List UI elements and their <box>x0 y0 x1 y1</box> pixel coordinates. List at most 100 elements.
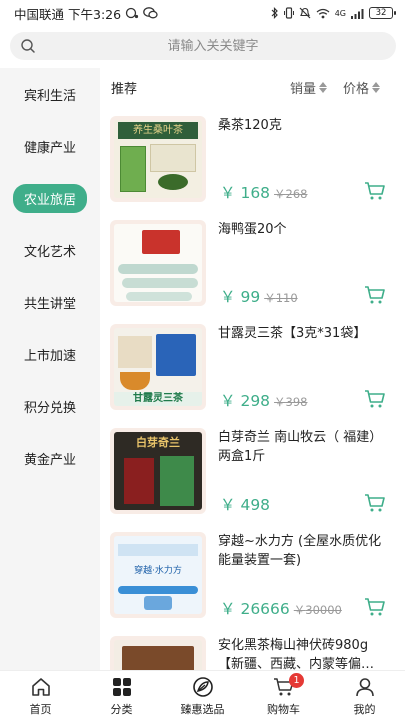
wechat-icon <box>143 7 158 19</box>
product-price: 99 <box>240 288 261 306</box>
tea-box-graphic <box>120 146 146 192</box>
tab-home[interactable]: 首页 <box>0 671 81 720</box>
sidebar-item-label: 宾利生活 <box>23 88 76 104</box>
product-image[interactable] <box>110 636 206 670</box>
product-panel: 推荐 销量 价格 养生桑叶茶 桑茶120克 ￥ 168 ￥268 海鸭蛋20个 … <box>100 68 405 670</box>
battery-level: 32 <box>375 7 387 18</box>
product-price-row: ￥ 498 <box>220 493 270 515</box>
product-image[interactable]: 穿越·水力方 <box>110 532 206 618</box>
sidebar-item-health[interactable]: 健康产业 <box>0 131 100 161</box>
product-title[interactable]: 桑茶120克 <box>218 116 394 135</box>
sidebar-item-points[interactable]: 积分兑换 <box>0 391 100 421</box>
tab-label: 我的 <box>353 703 376 716</box>
add-to-cart-icon[interactable] <box>364 389 386 409</box>
product-image[interactable]: 养生桑叶茶 <box>110 116 206 202</box>
search-input[interactable] <box>10 32 396 60</box>
product-image[interactable] <box>110 220 206 306</box>
sidebar-item-gold[interactable]: 黄金产业 <box>0 443 100 473</box>
tab-selection[interactable]: 臻惠选品 <box>162 671 243 720</box>
product-title[interactable]: 安化黑茶梅山神伏砖980g【新疆、西藏、内蒙等偏… <box>218 636 394 670</box>
currency-symbol: ￥ <box>220 496 236 514</box>
egg-row-graphic <box>118 264 198 274</box>
sidebar-item-label: 健康产业 <box>23 140 76 156</box>
product-original-price: 110 <box>275 291 298 305</box>
sidebar-item-agri-travel[interactable]: 农业旅居 <box>0 183 100 213</box>
sort-price[interactable]: 价格 <box>343 78 381 97</box>
product-title[interactable]: 白芽奇兰 南山牧云（ 福建）两盒1斤 <box>218 428 394 466</box>
tea-brick-graphic <box>122 646 194 670</box>
category-icon <box>112 678 131 696</box>
sort-arrows-icon <box>372 82 381 93</box>
tea-box-graphic <box>156 334 196 376</box>
product-card[interactable]: 穿越·水力方 穿越~水力方 (全屋水质优化能量装置一套) ￥ 26666 ￥30… <box>100 532 405 632</box>
add-to-cart-icon[interactable] <box>364 493 386 513</box>
product-price-row: ￥ 168 ￥268 <box>220 181 308 203</box>
product-image[interactable]: 甘露灵三茶 <box>110 324 206 410</box>
original-currency: ￥ <box>274 187 286 201</box>
tea-leaves-graphic <box>158 174 188 190</box>
sidebar-item-listing[interactable]: 上市加速 <box>0 339 100 369</box>
product-image-caption: 白芽奇兰 <box>136 436 180 449</box>
egg-row-graphic <box>122 278 198 288</box>
sidebar-item-lecture[interactable]: 共生讲堂 <box>0 287 100 317</box>
bottom-tab-bar: 首页 分类 臻惠选品 1 购物车 我的 <box>0 670 405 720</box>
product-title[interactable]: 甘露灵三茶【3克*31袋】 <box>218 324 394 343</box>
sidebar-item-label: 农业旅居 <box>12 183 87 213</box>
sidebar-item-label: 文化艺术 <box>23 244 76 260</box>
tab-category[interactable]: 分类 <box>81 671 162 720</box>
sidebar-item-binli-life[interactable]: 宾利生活 <box>0 79 100 109</box>
tab-label: 首页 <box>29 703 52 716</box>
tab-mine[interactable]: 我的 <box>324 671 405 720</box>
status-time: 下午3:26 <box>68 6 122 22</box>
search-bar[interactable] <box>10 32 396 60</box>
product-price-row: ￥ 99 ￥110 <box>220 285 298 307</box>
sidebar-item-label: 共生讲堂 <box>23 296 76 312</box>
product-price: 498 <box>240 496 271 514</box>
tab-label: 分类 <box>110 703 133 716</box>
vibrate-icon <box>283 7 294 19</box>
sidebar-item-label: 上市加速 <box>23 348 76 364</box>
tab-label: 购物车 <box>267 703 300 716</box>
currency-symbol: ￥ <box>220 288 236 306</box>
carrier-label: 中国联通 <box>14 6 65 22</box>
battery-icon: 32 <box>369 7 396 19</box>
add-to-cart-icon[interactable] <box>364 285 386 305</box>
pipe-graphic <box>118 586 198 594</box>
sort-sales-label: 销量 <box>290 82 317 97</box>
gift-box-graphic <box>142 230 180 254</box>
user-icon <box>355 678 374 697</box>
wifi-icon <box>316 8 330 18</box>
tea-cup-graphic <box>120 372 150 390</box>
product-image-caption: 养生桑叶茶 <box>118 122 198 139</box>
product-title[interactable]: 穿越~水力方 (全屋水质优化能量装置一套) <box>218 532 394 570</box>
original-currency: ￥ <box>293 603 306 617</box>
product-price: 26666 <box>240 600 290 618</box>
selection-icon <box>192 677 213 697</box>
product-image-caption: 甘露灵三茶 <box>114 392 202 406</box>
tea-bag-graphic <box>118 336 152 368</box>
product-price-row: ￥ 298 ￥398 <box>220 389 308 411</box>
product-card[interactable]: 海鸭蛋20个 ￥ 99 ￥110 <box>100 220 405 320</box>
tab-cart[interactable]: 1 购物车 <box>243 671 324 720</box>
product-card[interactable]: 养生桑叶茶 桑茶120克 ￥ 168 ￥268 <box>100 116 405 216</box>
network-type: 4G <box>334 8 346 18</box>
sort-arrows-icon <box>319 82 328 93</box>
signal-icon <box>351 8 364 19</box>
home-icon <box>31 678 50 696</box>
status-bar: 中国联通 下午3:26 4G 32 <box>0 0 405 26</box>
banner-graphic <box>118 544 198 556</box>
product-card[interactable]: 安化黑茶梅山神伏砖980g【新疆、西藏、内蒙等偏… <box>100 636 405 670</box>
status-left: 中国联通 下午3:26 <box>14 4 158 23</box>
device-graphic <box>144 596 172 610</box>
product-card[interactable]: 白芽奇兰 白芽奇兰 南山牧云（ 福建）两盒1斤 ￥ 498 <box>100 428 405 528</box>
product-title[interactable]: 海鸭蛋20个 <box>218 220 394 239</box>
sort-recommend[interactable]: 推荐 <box>111 78 137 97</box>
original-currency: ￥ <box>264 291 276 305</box>
add-to-cart-icon[interactable] <box>364 181 386 201</box>
sort-price-label: 价格 <box>343 82 370 97</box>
product-card[interactable]: 甘露灵三茶 甘露灵三茶【3克*31袋】 ￥ 298 ￥398 <box>100 324 405 424</box>
add-to-cart-icon[interactable] <box>364 597 386 617</box>
product-image[interactable]: 白芽奇兰 <box>110 428 206 514</box>
sort-sales[interactable]: 销量 <box>290 78 328 97</box>
sidebar-item-culture-art[interactable]: 文化艺术 <box>0 235 100 265</box>
